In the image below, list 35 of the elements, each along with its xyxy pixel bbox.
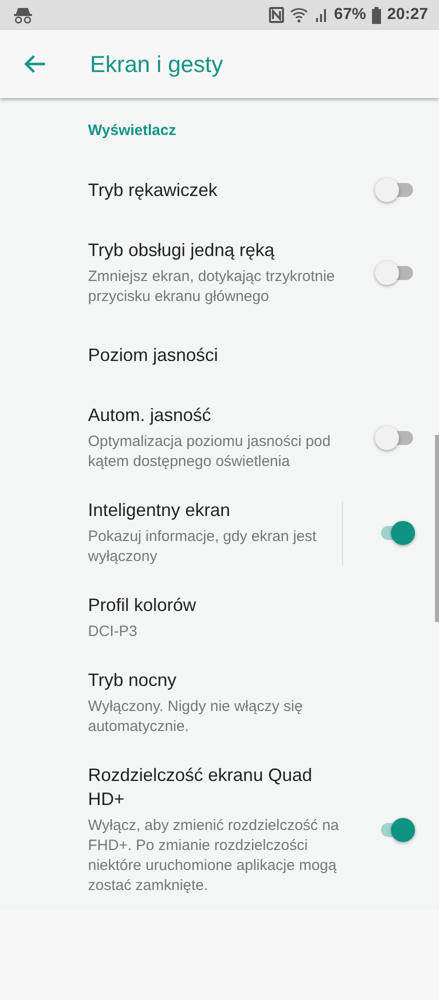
toggle-switch[interactable] [375, 178, 415, 202]
setting-item[interactable]: Poziom jasności [0, 321, 439, 391]
setting-title: Autom. jasność [88, 404, 212, 427]
setting-title: Tryb rękawiczek [88, 179, 218, 202]
setting-summary: Wyłączony. Nigdy nie włączy się automatycznie. [88, 697, 304, 737]
setting-title: Tryb obsługi jedną ręką [88, 239, 276, 262]
setting-item[interactable]: Tryb obsługi jedną ręką Zmniejsz ekran, dotykając trzykrotnie przycisku ekranu głównego [0, 226, 439, 321]
back-arrow-icon[interactable] [24, 55, 46, 73]
setting-title: Inteligentny ekran [88, 499, 232, 522]
setting-title: Rozdzielczość ekranu Quad HD+ [88, 764, 314, 811]
signal-icon [314, 7, 328, 23]
battery-icon [372, 6, 382, 24]
section-header: Wyświetlacz [87, 122, 178, 141]
setting-summary: DCI-P3 [88, 622, 138, 642]
setting-item[interactable]: Inteligentny ekran Pokazuj informacje, gdy ekran jest wyłączony [0, 486, 439, 581]
clock: 20:27 [387, 6, 428, 24]
setting-title: Poziom jasności [88, 344, 220, 367]
setting-title: Profil kolorów [88, 594, 198, 617]
setting-item[interactable]: Rozdzielczość ekranu Quad HD+ Wyłącz, aby zmienić rozdzielczość na FHD+. Po zmianie rozdzielczości niektóre uruchomione aplikacje mogą zostać zamknięte. [0, 751, 439, 910]
nfc-icon [269, 7, 284, 23]
setting-summary: Optymalizacja poziomu jasności pod kątem dostępnego oświetlenia [88, 432, 332, 472]
setting-summary: Pokazuj informacje, gdy ekran jest wyłączony [88, 527, 318, 567]
wifi-icon [290, 7, 308, 23]
toggle-switch[interactable] [375, 260, 415, 284]
setting-item[interactable]: Profil kolorów DCI-P3 [0, 581, 439, 656]
incognito-icon [13, 6, 33, 24]
setting-title: Tryb nocny [88, 669, 178, 692]
setting-summary: Wyłącz, aby zmienić rozdzielczość na FHD+. Po zmianie rozdzielczości niektóre uruchomione aplikacje mogą zostać zamknięte. [88, 816, 340, 896]
setting-item[interactable]: Tryb nocny Wyłączony. Nigdy nie włączy się automatycznie. [0, 656, 439, 751]
setting-item[interactable]: Autom. jasność Optymalizacja poziomu jasności pod kątem dostępnego oświetlenia [0, 391, 439, 486]
battery-percentage: 67% [334, 6, 366, 24]
screen-title: Ekran i gesty [90, 50, 223, 78]
setting-summary: Zmniejsz ekran, dotykając trzykrotnie przycisku ekranu głównego [88, 267, 336, 307]
toggle-switch[interactable] [375, 426, 415, 450]
setting-item[interactable]: Tryb rękawiczek [0, 156, 439, 226]
